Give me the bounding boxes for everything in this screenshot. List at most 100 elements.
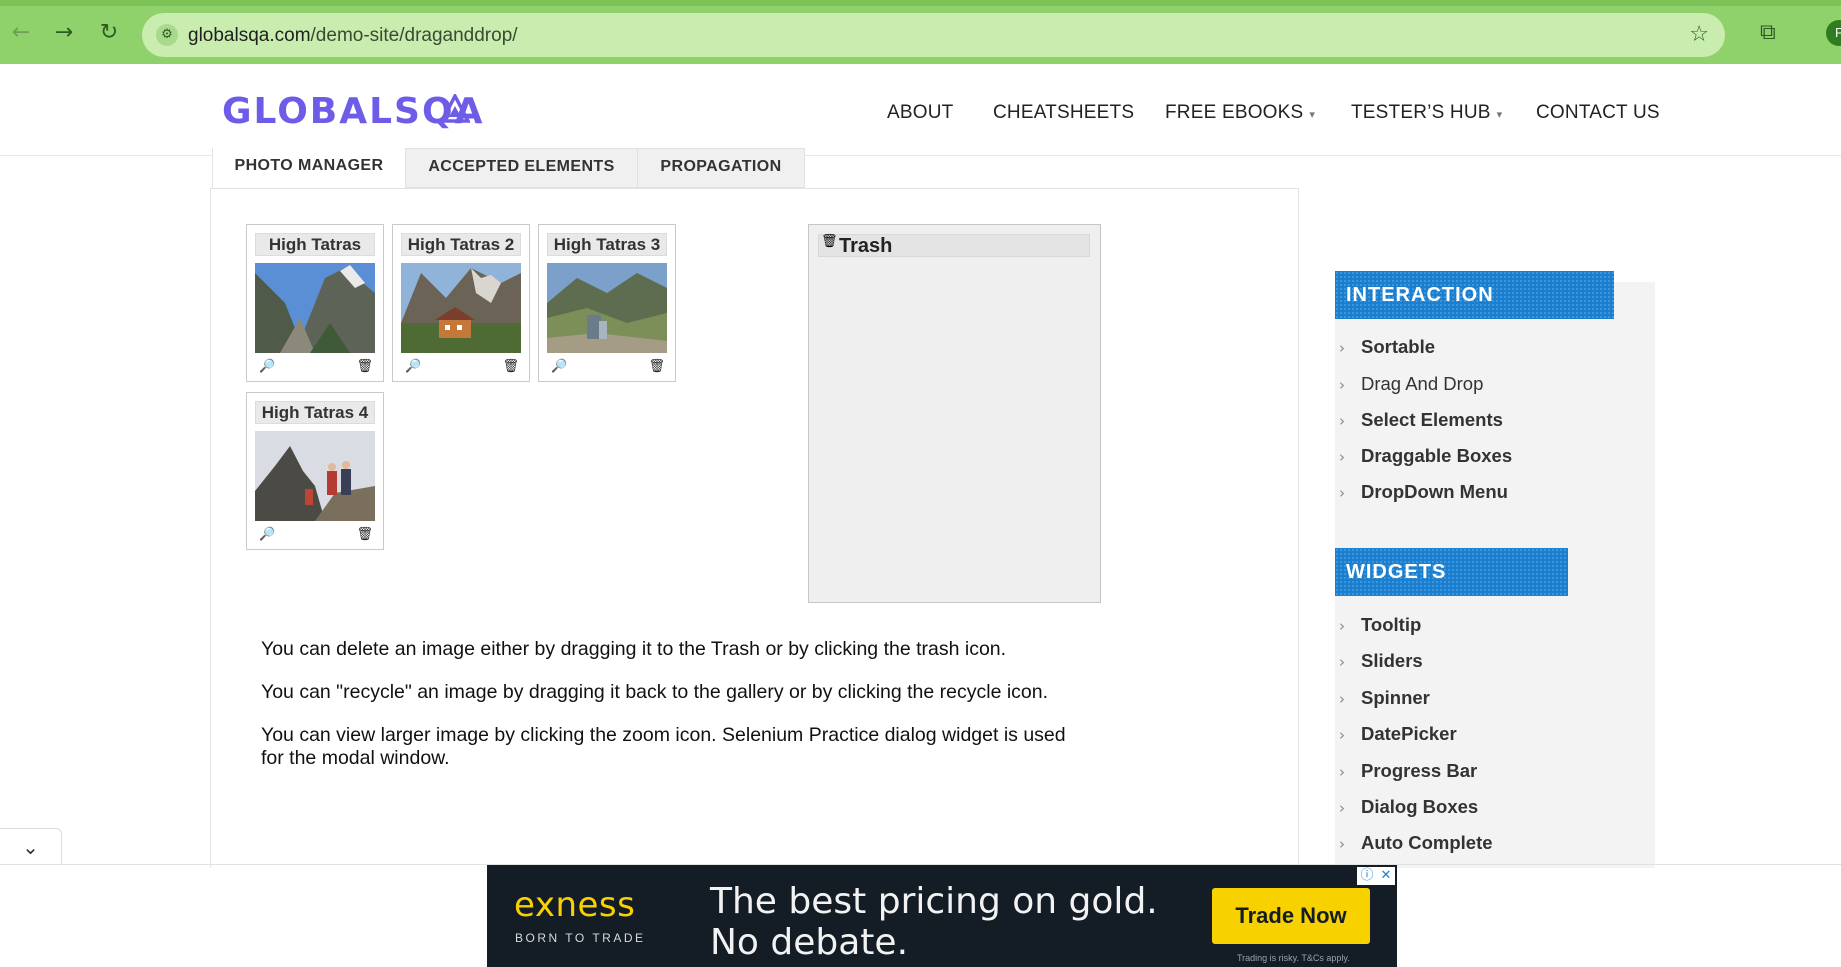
sidebar-item-select-elements[interactable]: › Select Elements [1339,409,1503,431]
sidebar-item-datepicker[interactable]: › DatePicker [1339,723,1457,745]
url-domain: globalsqa.com [188,25,311,46]
sidebar-item-label: Spinner [1361,687,1430,708]
address-bar[interactable]: ⚙ globalsqa.com/demo-site/draganddrop/ ☆ [142,13,1725,57]
trash-icon[interactable]: 🗑 [356,359,373,374]
chevron-right-icon: › [1339,835,1345,853]
sidebar-item-sliders[interactable]: › Sliders [1339,650,1423,672]
zoom-icon[interactable]: 🔎 [259,527,275,542]
chevron-right-icon: › [1339,376,1345,394]
ad-controls: ⓘ ✕ [1357,867,1395,885]
forward-icon[interactable]: → [51,20,77,46]
chevron-right-icon: › [1339,690,1345,708]
sidebar-item-label: Sliders [1361,650,1423,671]
profile-avatar[interactable]: F [1826,20,1841,46]
nav-about[interactable]: ABOUT [887,102,953,124]
sidebar-item-sortable[interactable]: › Sortable [1339,336,1435,358]
sidebar-item-label: Draggable Boxes [1361,445,1513,466]
sidebar-item-drag-and-drop[interactable]: › Drag And Drop [1339,373,1483,395]
chevron-right-icon: › [1339,617,1345,635]
sidebar-item-label: DatePicker [1361,723,1457,744]
sidebar-item-tooltip[interactable]: › Tooltip [1339,614,1421,636]
ad-close-icon[interactable]: ✕ [1377,867,1395,885]
gallery-item[interactable]: High Tatras 🔎 🗑 [246,224,384,382]
zoom-icon[interactable]: 🔎 [259,359,275,374]
instruction-text: You can delete an image either by draggi… [261,638,1007,660]
chevron-right-icon: › [1339,763,1345,781]
reload-icon[interactable]: ↻ [96,20,122,46]
sidebar-item-dropdown-menu[interactable]: › DropDown Menu [1339,481,1508,503]
gallery-item-title: High Tatras 4 [255,401,375,424]
ad-banner[interactable]: exness BORN TO TRADE The best pricing on… [487,865,1397,967]
mountain-photo [547,263,667,353]
tab-accepted-elements[interactable]: ACCEPTED ELEMENTS [405,148,638,188]
sidebar-heading-interaction: INTERACTION [1335,271,1614,319]
gallery-item-title: High Tatras [255,233,375,256]
ad-headline-line: No debate. [710,922,909,963]
chevron-right-icon: › [1339,484,1345,502]
nav-testers-hub[interactable]: TESTER’S HUB ▾ [1351,102,1502,124]
zoom-icon[interactable]: 🔎 [405,359,421,374]
mountain-photo [255,263,375,353]
sidebar-item-dialog-boxes[interactable]: › Dialog Boxes [1339,796,1478,818]
trash-icon[interactable]: 🗑 [356,527,373,542]
nav-contact-us[interactable]: CONTACT US [1536,102,1660,124]
nav-free-ebooks-label: FREE EBOOKS [1165,102,1304,123]
browser-toolbar: ← → ↻ ⚙ globalsqa.com/demo-site/dragandd… [0,0,1841,64]
trash-icon[interactable]: 🗑 [648,359,665,374]
gallery-item[interactable]: High Tatras 4 🔎 🗑 [246,392,384,550]
zoom-icon[interactable]: 🔎 [551,359,567,374]
trash-icon: 🗑 [821,234,838,249]
gallery-item-title: High Tatras 2 [401,233,521,256]
logo-triangle-icon [440,94,470,123]
sidebar-item-spinner[interactable]: › Spinner [1339,687,1430,709]
sidebar-item-label: Progress Bar [1361,760,1478,781]
tab-strip [0,0,1841,6]
mountain-photo [401,263,521,353]
chevron-right-icon: › [1339,339,1345,357]
trash-icon[interactable]: 🗑 [502,359,519,374]
tab-propagation[interactable]: PROPAGATION [637,148,805,188]
chevron-down-icon[interactable]: ⌄ [0,828,62,864]
site-header: GLOBALSQA ABOUT CHEATSHEETS FREE EBOOKS ▾… [0,64,1841,156]
chevron-right-icon: › [1339,653,1345,671]
ad-brand-logo: exness [514,885,636,925]
trash-dropzone[interactable]: Trash 🗑 [808,224,1101,603]
ad-info-icon[interactable]: ⓘ [1358,867,1376,885]
sidebar-item-label: Drag And Drop [1361,373,1484,394]
ad-disclaimer: Trading is risky. T&Cs apply. [1237,953,1350,963]
ad-cta-button[interactable]: Trade Now [1212,888,1370,944]
chevron-right-icon: › [1339,726,1345,744]
tab-photo-manager[interactable]: PHOTO MANAGER [212,148,406,188]
sidebar-item-label: DropDown Menu [1361,481,1508,502]
nav-testers-hub-label: TESTER’S HUB [1351,102,1491,123]
nav-free-ebooks[interactable]: FREE EBOOKS ▾ [1165,102,1315,124]
ad-tagline: BORN TO TRADE [515,931,646,945]
instruction-text: You can view larger image by clicking th… [261,724,1066,769]
sidebar-item-label: Tooltip [1361,614,1422,635]
sidebar-item-label: Dialog Boxes [1361,796,1479,817]
chevron-right-icon: › [1339,412,1345,430]
sidebar-item-auto-complete[interactable]: › Auto Complete [1339,832,1493,854]
gallery-item-title: High Tatras 3 [547,233,667,256]
bookmark-star-icon[interactable]: ☆ [1689,22,1709,47]
sidebar-item-progress-bar[interactable]: › Progress Bar [1339,760,1477,782]
ad-headline-line: The best pricing on gold. [710,881,1158,922]
gallery-item[interactable]: High Tatras 2 🔎 🗑 [392,224,530,382]
extensions-icon[interactable]: ⧉ [1760,20,1776,45]
mountain-photo [255,431,375,521]
chevron-right-icon: › [1339,448,1345,466]
sidebar-heading-widgets: WIDGETS [1335,548,1568,596]
url-text[interactable]: globalsqa.com/demo-site/draganddrop/ [188,25,518,47]
gallery-item[interactable]: High Tatras 3 🔎 🗑 [538,224,676,382]
chevron-down-icon: ▾ [1496,109,1503,121]
instruction-text: You can "recycle" an image by dragging i… [261,681,1049,703]
site-info-icon[interactable]: ⚙ [156,24,178,46]
sidebar-item-draggable-boxes[interactable]: › Draggable Boxes [1339,445,1512,467]
nav-cheatsheets[interactable]: CHEATSHEETS [993,102,1134,124]
ad-headline: The best pricing on gold. No debate. [710,881,1158,963]
sidebar-item-label: Select Elements [1361,409,1503,430]
trash-title: Trash [818,234,1090,257]
url-path: /demo-site/draganddrop/ [310,25,518,46]
back-icon[interactable]: ← [8,20,34,46]
chevron-right-icon: › [1339,799,1345,817]
